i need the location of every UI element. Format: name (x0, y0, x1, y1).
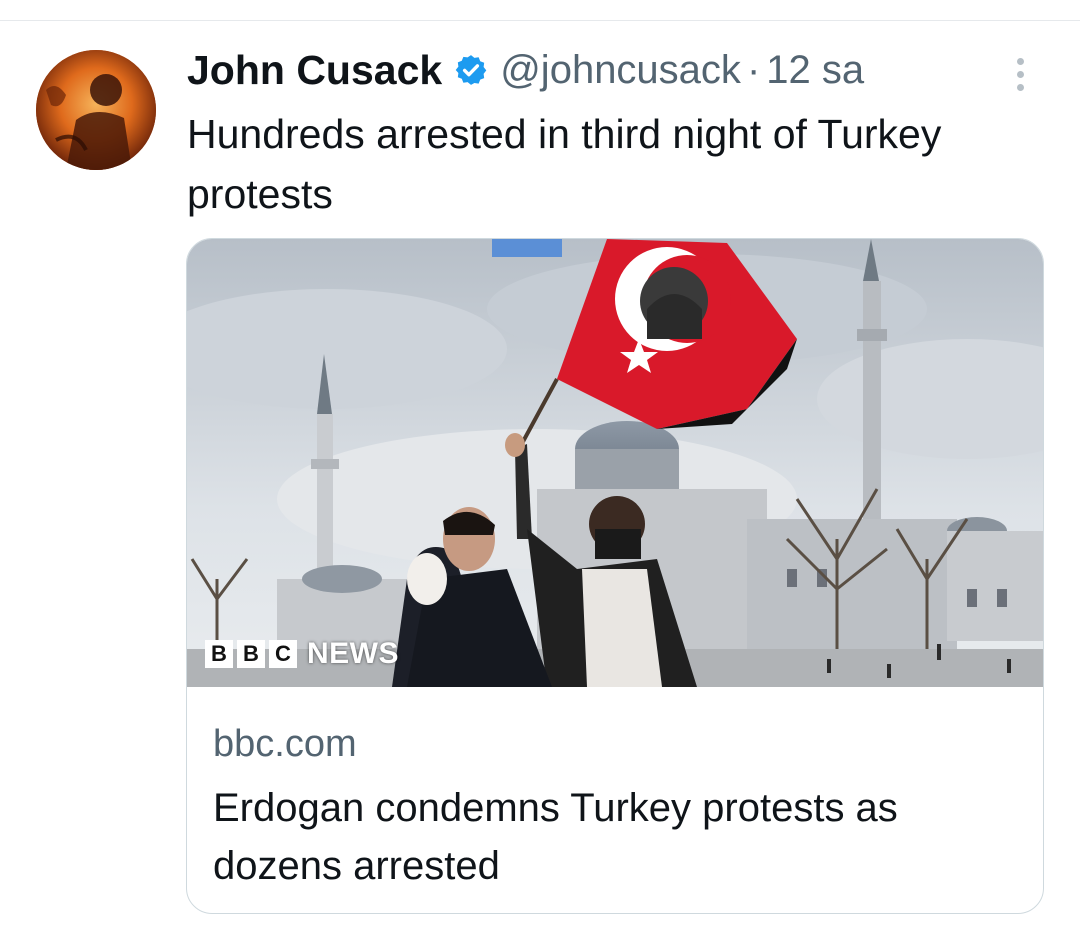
card-image: B B C NEWS (187, 239, 1043, 687)
verified-badge-icon (455, 55, 487, 85)
avatar[interactable] (36, 50, 156, 170)
bbc-logo-letter: B (205, 640, 233, 668)
more-vertical-icon (1016, 57, 1024, 65)
handle[interactable]: @johncusack (500, 48, 741, 93)
tweet-header: John Cusack @johncusack · 12 sa (187, 44, 864, 96)
bbc-logo-letter: B (237, 640, 265, 668)
protest-photo (187, 239, 1043, 687)
more-options-button[interactable] (1004, 50, 1036, 98)
card-title: Erdogan condemns Turkey protests as doze… (213, 786, 898, 888)
timestamp[interactable]: 12 sa (766, 48, 864, 93)
bbc-logo-word: NEWS (307, 637, 399, 670)
avatar-image (36, 50, 156, 170)
separator-dot: · (746, 47, 761, 92)
bbc-logo-letter: C (269, 640, 297, 668)
card-domain: bbc.com (213, 723, 357, 765)
bbc-news-logo: B B C NEWS (205, 637, 399, 671)
display-name[interactable]: John Cusack (187, 47, 442, 94)
top-divider (0, 20, 1080, 21)
tweet-text: Hundreds arrested in third night of Turk… (187, 111, 942, 217)
link-card[interactable]: B B C NEWS bbc.com Erdogan condemns Turk… (186, 238, 1044, 914)
